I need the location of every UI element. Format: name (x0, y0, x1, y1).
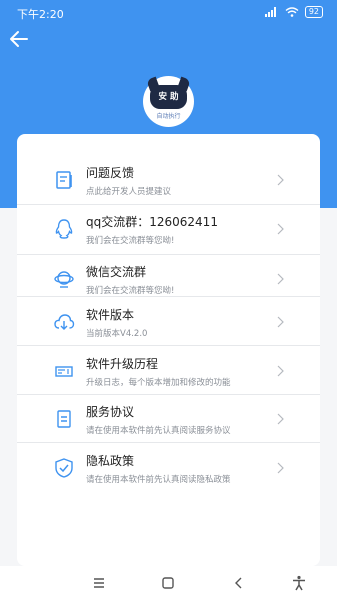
menu-item-title: 问题反馈 (86, 166, 135, 180)
logo-face: 安 助 (150, 85, 187, 109)
menu-item-title: 服务协议 (86, 405, 135, 419)
menu-item-subtitle: 请在使用本软件前先认真阅读隐私政策 (86, 475, 231, 485)
status-time: 下午2:20 (17, 8, 64, 21)
wechat-group-icon (54, 271, 74, 288)
upgrade-history-icon (55, 366, 73, 377)
system-navigation-bar (0, 566, 337, 600)
menu-item-subtitle: 当前版本V4.2.0 (86, 329, 148, 339)
menu-item-subtitle: 升级日志，每个版本增加和修改的功能 (86, 378, 231, 388)
menu-item-title: 隐私政策 (86, 454, 135, 468)
divider (17, 254, 320, 255)
logo-caption: 自动执行 (156, 113, 181, 120)
menu-item-software-version[interactable]: 软件版本 当前版本V4.2.0 (17, 300, 320, 346)
menu-item-subtitle: 请在使用本软件前先认真阅读服务协议 (86, 426, 231, 436)
menu-item-subtitle: 我们会在交流群等您呦! (86, 286, 175, 296)
divider (17, 345, 320, 346)
status-indicators: 92 (264, 6, 323, 18)
signal-icon (264, 7, 276, 17)
chevron-right-icon (277, 365, 284, 377)
chevron-right-icon (277, 316, 284, 328)
chevron-right-icon (277, 462, 284, 474)
shield-check-icon (55, 458, 73, 478)
menu-icon[interactable] (90, 574, 108, 592)
menu-item-title: 软件版本 (86, 308, 135, 322)
menu-item-title: 微信交流群 (86, 265, 147, 279)
menu-item-title: qq交流群：126062411 (86, 215, 218, 229)
document-icon (57, 410, 71, 428)
divider (17, 204, 320, 205)
qq-icon (55, 219, 73, 239)
about-menu-card: 问题反馈 点此给开发人员提建议 qq交流群：126062411 我们会在交流群等… (17, 134, 320, 566)
feedback-icon (56, 171, 72, 189)
accessibility-icon[interactable] (290, 574, 308, 592)
menu-item-title: 软件升级历程 (86, 357, 159, 371)
back-chevron-icon[interactable] (230, 574, 248, 592)
download-cloud-icon (54, 314, 75, 330)
home-square-icon[interactable] (159, 574, 177, 592)
menu-item-subtitle: 点此给开发人员提建议 (86, 187, 172, 197)
app-logo: 安 助 自动执行 (143, 76, 194, 127)
menu-item-feedback[interactable]: 问题反馈 点此给开发人员提建议 (17, 158, 320, 204)
wifi-icon (285, 7, 299, 17)
chevron-right-icon (277, 174, 284, 186)
back-arrow-icon[interactable] (8, 28, 30, 50)
divider (17, 442, 320, 443)
status-bar: 下午2:20 92 (0, 0, 337, 24)
menu-item-service-agreement[interactable]: 服务协议 请在使用本软件前先认真阅读服务协议 (17, 397, 320, 443)
divider (17, 394, 320, 395)
chevron-right-icon (277, 413, 284, 425)
menu-item-upgrade-history[interactable]: 软件升级历程 升级日志，每个版本增加和修改的功能 (17, 349, 320, 395)
divider (17, 296, 320, 297)
chevron-right-icon (277, 273, 284, 285)
menu-item-privacy-policy[interactable]: 隐私政策 请在使用本软件前先认真阅读隐私政策 (17, 446, 320, 492)
battery-indicator: 92 (304, 6, 323, 18)
menu-item-subtitle: 我们会在交流群等您呦! (86, 236, 175, 246)
menu-item-qq-group[interactable]: qq交流群：126062411 我们会在交流群等您呦! (17, 207, 320, 253)
chevron-right-icon (277, 223, 284, 235)
